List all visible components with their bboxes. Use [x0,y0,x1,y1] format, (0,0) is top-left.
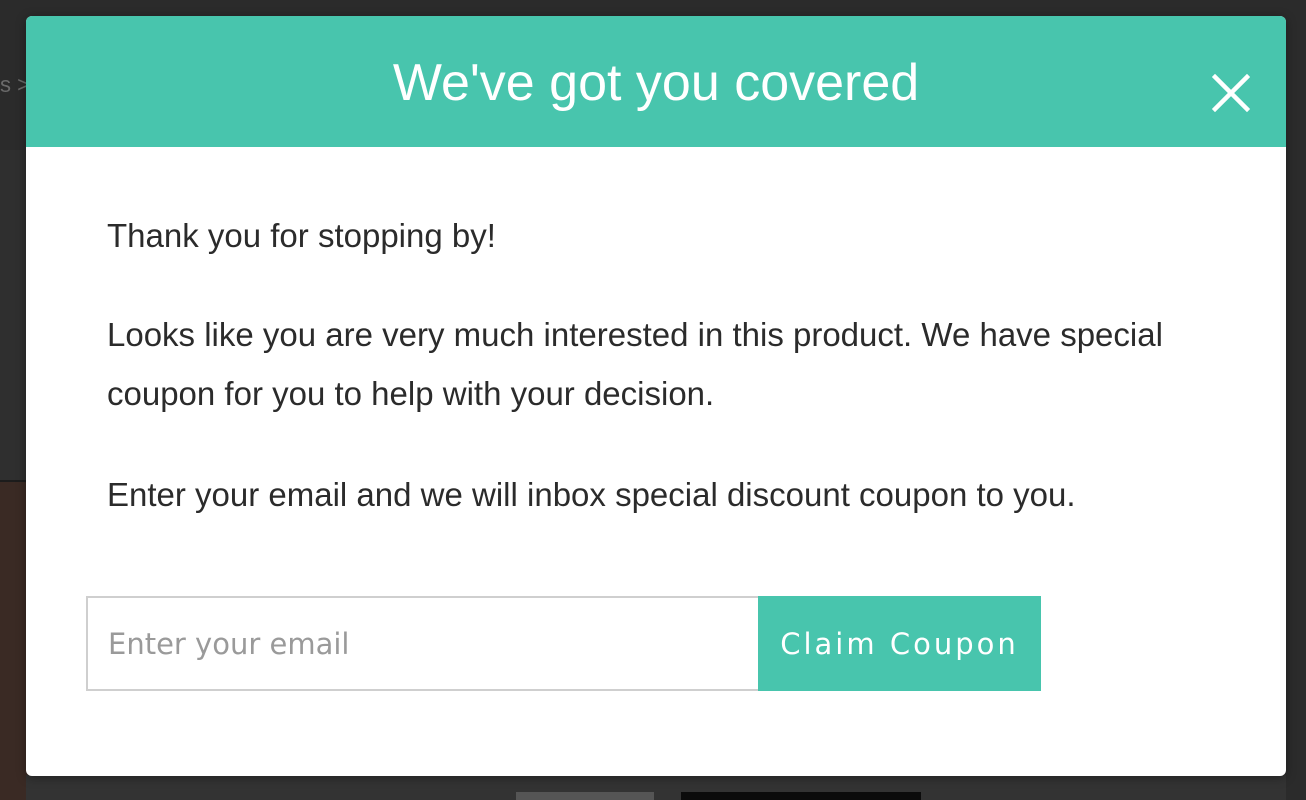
claim-coupon-button[interactable]: Claim Coupon [758,596,1041,691]
background-button-grey [516,792,654,800]
modal-title: We've got you covered [392,54,920,112]
close-icon [1212,74,1250,112]
background-button-dark [681,792,921,800]
thank-you-text: Thank you for stopping by! [107,217,496,254]
coupon-modal: We've got you covered Thank you for stop… [26,16,1286,776]
instruction-text: Enter your email and we will inbox speci… [107,476,1076,513]
modal-header: We've got you covered [26,16,1286,147]
background-strip [26,775,1286,800]
email-input[interactable] [86,596,758,691]
coupon-form: Claim Coupon [86,596,1041,691]
close-button[interactable] [1212,74,1250,112]
interest-text: Looks like you are very much interested … [107,316,1163,412]
